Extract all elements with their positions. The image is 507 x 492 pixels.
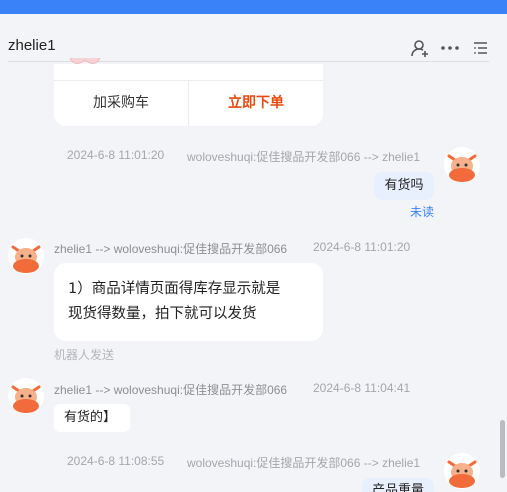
contact-name: zhelie1 — [8, 37, 56, 54]
message-bubble: 1）商品详情页面得库存显示就是 现货得数量，拍下就可以发货 — [54, 263, 323, 341]
message-route: zhelie1 --> woloveshuqi:促佳搜品开发部066 — [54, 383, 288, 397]
message-route: zhelie1 --> woloveshuqi:促佳搜品开发部066 — [54, 242, 288, 256]
top-bar — [0, 0, 507, 14]
avatar-icon[interactable] — [8, 378, 44, 414]
avatar-icon[interactable] — [8, 238, 44, 274]
message-text-line: 1）商品详情页面得库存显示就是 — [68, 281, 281, 297]
message-bubble: 有货吗 — [374, 172, 434, 200]
message-route: woloveshuqi:促佳搜品开发部066 --> zhelie1 — [187, 456, 421, 470]
message-bubble: 有货的】 — [54, 404, 130, 432]
message-time: 2024-6-8 11:04:41 — [313, 381, 411, 395]
scrollbar[interactable] — [500, 420, 505, 478]
product-image — [69, 58, 101, 64]
message-time: 2024-6-8 11:01:20 — [67, 148, 165, 162]
message-time: 2024-6-8 11:08:55 — [67, 454, 165, 468]
message-time: 2024-6-8 11:01:20 — [313, 240, 411, 254]
message-route: woloveshuqi:促佳搜品开发部066 --> zhelie1 — [187, 150, 421, 164]
avatar-icon[interactable] — [444, 453, 480, 489]
product-card: 加采购车 立即下单 — [54, 58, 323, 126]
chat-header: zhelie1 — [0, 14, 507, 64]
add-to-cart-button[interactable]: 加采购车 — [54, 80, 188, 126]
message-bubble: 产品重量 — [362, 478, 434, 492]
buy-now-button[interactable]: 立即下单 — [189, 80, 323, 126]
list-icon[interactable] — [470, 38, 490, 58]
message-text-line: 现货得数量，拍下就可以发货 — [68, 306, 257, 322]
robot-sent-note: 机器人发送 — [54, 348, 115, 362]
add-contact-icon[interactable] — [410, 38, 430, 58]
read-status: 未读 — [410, 205, 435, 219]
more-icon[interactable] — [440, 38, 460, 58]
avatar-icon[interactable] — [444, 147, 480, 183]
